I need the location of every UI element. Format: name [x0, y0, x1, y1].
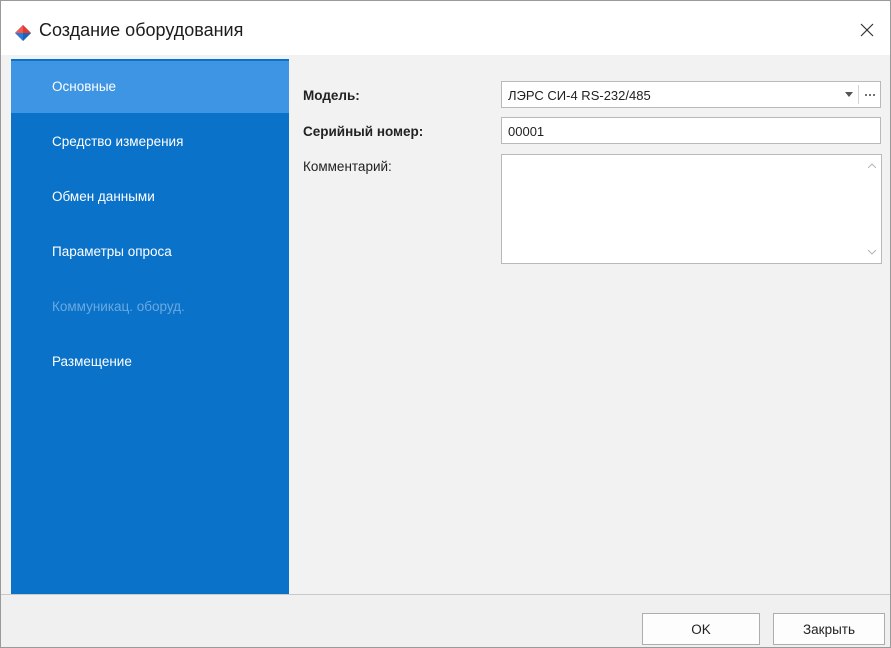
sidebar-item-measuring-instrument[interactable]: Средство измерения — [11, 116, 289, 168]
close-button[interactable]: Закрыть — [773, 613, 885, 645]
sidebar-item-label: Размещение — [52, 354, 132, 369]
serial-number-value: 00001 — [508, 124, 545, 139]
sidebar-nav: Основные Средство измерения Обмен данным… — [11, 59, 289, 595]
sidebar-item-placement[interactable]: Размещение — [11, 336, 289, 388]
comment-scrollbar[interactable] — [865, 157, 879, 261]
model-value: ЛЭРС СИ-4 RS-232/485 — [508, 88, 651, 103]
form-panel: Модель: ЛЭРС СИ-4 RS-232/485 Серийный но… — [289, 59, 886, 595]
comment-label: Комментарий: — [303, 159, 392, 174]
sidebar-item-polling-parameters[interactable]: Параметры опроса — [11, 226, 289, 278]
model-select[interactable]: ЛЭРС СИ-4 RS-232/485 — [501, 81, 881, 108]
sidebar-item-label: Коммуникац. оборуд. — [52, 299, 185, 314]
model-dropdown-button[interactable] — [839, 83, 858, 106]
sidebar-item-label: Обмен данными — [52, 189, 155, 204]
sidebar-item-general[interactable]: Основные — [11, 61, 289, 113]
window-title: Создание оборудования — [39, 20, 244, 40]
serial-number-label: Серийный номер: — [303, 124, 424, 139]
sidebar-item-label: Параметры опроса — [52, 244, 172, 259]
dropdown-divider — [858, 85, 859, 104]
scroll-up-icon — [868, 163, 876, 168]
close-icon — [860, 23, 874, 37]
title-bar: Создание оборудования — [1, 1, 890, 55]
chevron-down-icon — [844, 92, 853, 97]
ellipsis-icon — [864, 93, 875, 96]
ok-button[interactable]: OK — [642, 613, 760, 645]
scroll-down-icon — [868, 250, 876, 255]
sidebar-item-data-exchange[interactable]: Обмен данными — [11, 171, 289, 223]
sidebar-item-label: Основные — [52, 79, 117, 94]
close-window-button[interactable] — [852, 15, 882, 45]
sidebar-item-label: Средство измерения — [52, 134, 184, 149]
app-logo-icon — [15, 25, 31, 41]
model-label: Модель: — [303, 88, 360, 103]
sidebar-item-communication-equipment: Коммуникац. оборуд. — [11, 281, 289, 333]
model-browse-button[interactable] — [860, 83, 879, 106]
comment-textarea[interactable] — [501, 154, 882, 264]
serial-number-input[interactable]: 00001 — [501, 117, 881, 144]
dialog-window: Создание оборудования Основные Средство … — [0, 0, 891, 648]
